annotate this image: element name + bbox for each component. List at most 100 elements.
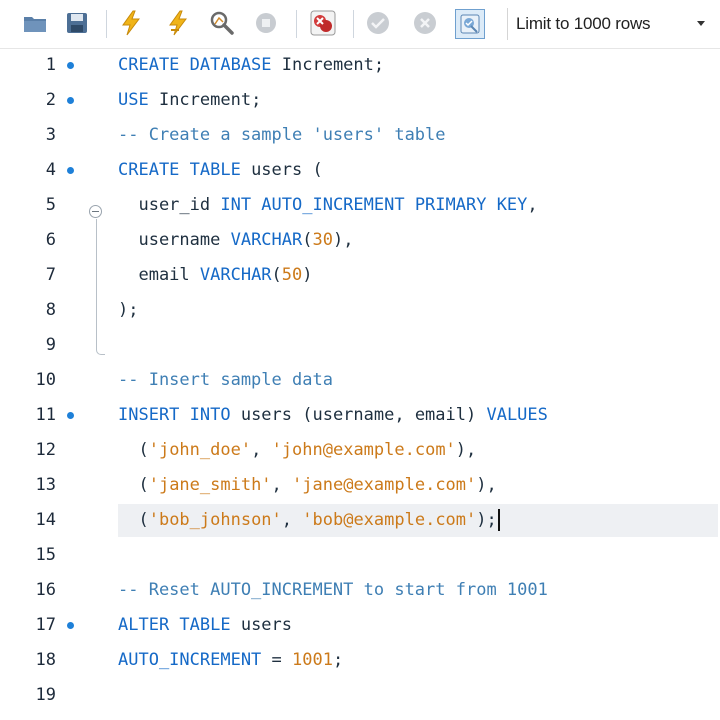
code-token: ); — [476, 510, 497, 530]
code-token: CREATE DATABASE — [118, 55, 272, 75]
code-token: users (username, email) — [230, 405, 487, 425]
statement-marker-icon — [67, 97, 74, 104]
code-line[interactable]: 8); — [0, 293, 720, 328]
statement-marker-icon — [67, 167, 74, 174]
explain-icon[interactable] — [209, 10, 235, 36]
code-text: ALTER TABLE users — [118, 608, 292, 643]
code-text: email VARCHAR(50) — [118, 258, 313, 293]
commit-icon[interactable] — [365, 10, 391, 36]
code-token: VARCHAR — [199, 265, 272, 285]
code-token: , — [281, 510, 303, 530]
code-token: ; — [332, 650, 344, 670]
code-line[interactable]: 15 — [0, 538, 720, 573]
code-token: ( — [118, 510, 149, 530]
execute-statement-icon[interactable] — [165, 10, 191, 36]
code-token: ) — [302, 265, 313, 285]
code-text: ); — [118, 293, 138, 328]
code-line[interactable]: 18 AUTO_INCREMENT = 1001; — [0, 643, 720, 678]
line-number: 1 — [45, 55, 56, 75]
code-token: , — [251, 440, 272, 460]
code-token: VALUES — [486, 405, 548, 425]
code-line[interactable]: 2 USE Increment; — [0, 83, 720, 118]
line-number: 19 — [35, 685, 56, 705]
line-number: 12 — [35, 440, 56, 460]
code-line[interactable]: 12 ('john_doe', 'john@example.com'), — [0, 433, 720, 468]
line-number: 5 — [45, 195, 56, 215]
code-token: ALTER TABLE — [118, 615, 231, 635]
code-text: CREATE TABLE users ( — [118, 153, 323, 188]
code-line[interactable]: 11 INSERT INTO users (username, email) VA… — [0, 398, 720, 433]
code-token: 'bob@example.com' — [302, 510, 477, 530]
code-line[interactable]: 9 — [0, 328, 720, 363]
code-text: ('bob_johnson', 'bob@example.com'); — [118, 503, 500, 538]
code-line[interactable]: 13 ('jane_smith', 'jane@example.com'), — [0, 468, 720, 503]
line-number: 13 — [35, 475, 56, 495]
code-token: ( — [271, 265, 282, 285]
code-line[interactable]: 7 email VARCHAR(50) — [0, 258, 720, 293]
code-line[interactable]: 1 CREATE DATABASE Increment; — [0, 48, 720, 83]
line-number: 14 — [35, 510, 56, 530]
code-token: ( — [118, 440, 149, 460]
code-text: USE Increment; — [118, 83, 261, 118]
line-number: 3 — [45, 125, 56, 145]
statement-marker-icon — [67, 412, 74, 419]
code-token: , — [527, 195, 538, 215]
execute-icon[interactable] — [118, 10, 144, 36]
code-line[interactable]: 16 -- Reset AUTO_INCREMENT to start from … — [0, 573, 720, 608]
stop-icon[interactable] — [253, 10, 279, 36]
code-token: 'jane@example.com' — [292, 475, 477, 495]
code-line[interactable]: 10 -- Insert sample data — [0, 363, 720, 398]
line-number: 10 — [35, 370, 56, 390]
code-token: VARCHAR — [230, 230, 303, 250]
code-line[interactable]: 14 ('bob_johnson', 'bob@example.com'); — [0, 503, 720, 538]
line-number: 16 — [35, 580, 56, 600]
code-token: email — [118, 265, 200, 285]
line-number: 2 — [45, 90, 56, 110]
line-number: 15 — [35, 545, 56, 565]
rollback-icon[interactable] — [412, 10, 438, 36]
code-text: INSERT INTO users (username, email) VALU… — [118, 398, 548, 433]
toolbar-separator — [106, 10, 107, 38]
code-token: ), — [476, 475, 497, 495]
sql-editor[interactable]: 1 CREATE DATABASE Increment; 2 USE Incremen… — [0, 48, 720, 720]
toolbar-separator — [353, 10, 354, 38]
statement-marker-icon — [67, 622, 74, 629]
code-token: 'john@example.com' — [271, 440, 456, 460]
code-text: CREATE DATABASE Increment; — [118, 48, 384, 83]
code-line[interactable]: 5 user_id INT AUTO_INCREMENT PRIMARY KEY… — [0, 188, 720, 223]
toolbar-separator — [296, 10, 297, 38]
code-token: CREATE TABLE — [118, 160, 241, 180]
line-number: 11 — [35, 405, 56, 425]
limit-rows-select[interactable]: Limit to 1000 rows — [507, 8, 713, 40]
code-token: ), — [455, 440, 477, 460]
code-line[interactable]: 4 CREATE TABLE users ( — [0, 153, 720, 188]
error-toggle-icon[interactable] — [310, 10, 336, 36]
code-text: -- Reset AUTO_INCREMENT to start from 10… — [118, 573, 548, 608]
code-token: 30 — [312, 230, 333, 250]
line-number: 18 — [35, 650, 56, 670]
code-token: -- Create a sample 'users' table — [118, 125, 446, 145]
code-token: ); — [118, 300, 139, 320]
text-cursor — [497, 509, 500, 531]
save-icon[interactable] — [64, 10, 90, 36]
code-token: USE — [118, 90, 149, 110]
code-line[interactable]: 17 ALTER TABLE users — [0, 608, 720, 643]
code-text: -- Create a sample 'users' table — [118, 118, 446, 153]
chevron-down-icon[interactable] — [697, 21, 705, 26]
open-folder-icon[interactable] — [22, 10, 48, 36]
line-number: 4 — [45, 160, 56, 180]
code-text: ('john_doe', 'john@example.com'), — [118, 433, 476, 468]
statement-marker-icon — [67, 62, 74, 69]
code-token: 50 — [281, 265, 303, 285]
code-line[interactable]: 19 — [0, 678, 720, 713]
code-token: Increment; — [148, 90, 262, 110]
code-token: users ( — [240, 160, 323, 180]
code-token: AUTO_INCREMENT — [118, 650, 262, 670]
code-token: 'john_doe' — [148, 440, 252, 460]
code-line[interactable]: 3 -- Create a sample 'users' table — [0, 118, 720, 153]
autocommit-icon[interactable] — [455, 9, 485, 39]
code-line[interactable]: 6 username VARCHAR(30), — [0, 223, 720, 258]
code-token: 1001 — [292, 650, 333, 670]
code-token: ), — [332, 230, 354, 250]
code-token: INSERT INTO — [118, 405, 231, 425]
